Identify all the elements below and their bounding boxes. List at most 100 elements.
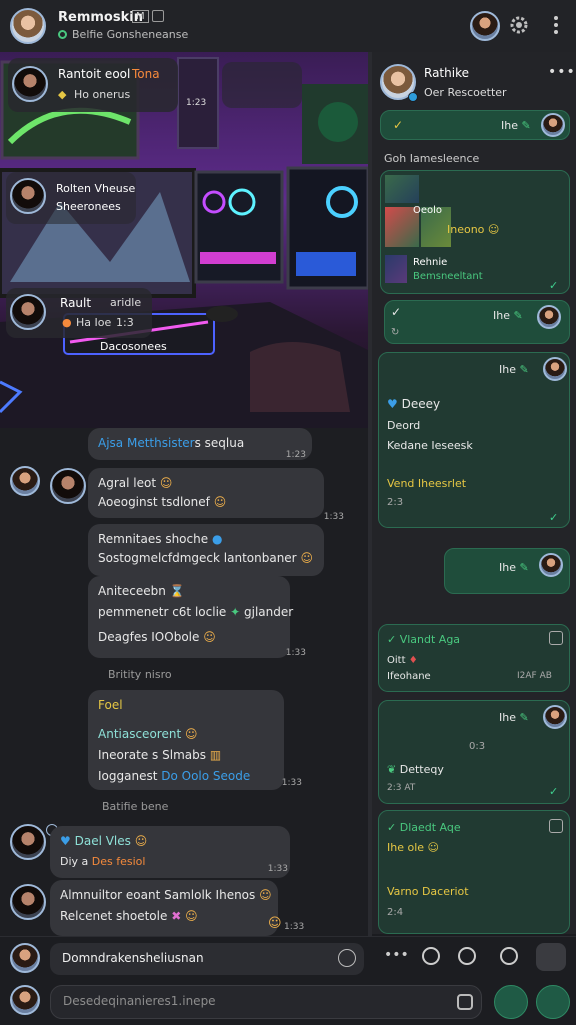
message-text: Dael Vles [74, 834, 131, 848]
settings-icon[interactable] [506, 12, 532, 38]
status-label: Ihe [499, 711, 516, 724]
message-text: gjlander [244, 605, 294, 619]
attach-icon[interactable] [500, 947, 518, 965]
more-icon[interactable]: ••• [384, 947, 409, 963]
sender-avatar[interactable] [50, 468, 86, 504]
system-message: Ajsa Metthsisters seqlua 1:23 [88, 428, 312, 460]
smile-emoji-icon: ☺ [203, 630, 216, 644]
message-bubble[interactable]: Foel Antiasceorent ☺ Ineorate s Slmabs ▥… [88, 690, 302, 790]
online-icon [58, 30, 67, 39]
media-card[interactable]: Oeolo Ineono ☺ Rehnie Bemsneeltant ✓ [380, 170, 570, 294]
gif-icon[interactable] [458, 947, 476, 965]
card-text: Oitt [387, 655, 406, 666]
copy-icon[interactable] [549, 819, 563, 833]
status-bubble[interactable]: ✓ Ihe ✎ ↻ [384, 300, 570, 344]
sender-avatar[interactable] [10, 824, 46, 860]
sparkle-icon: ✓ [393, 118, 404, 132]
title-badge: M [132, 10, 149, 23]
card-text: Varno Daceriot [387, 885, 469, 898]
message-card[interactable]: Ihe ✎ 0:3 ❦ Detteqy 2:3 AT ✓ [378, 700, 570, 804]
overlay-sub: Ho onerus [74, 88, 131, 101]
attachment-icon[interactable] [457, 994, 473, 1010]
status-label: Ihe [501, 119, 518, 132]
send-button[interactable] [536, 985, 570, 1019]
mini-avatar [543, 357, 567, 381]
fire-icon: ◆ [58, 88, 67, 101]
bow-emoji-icon: ✖ [171, 909, 182, 923]
message-input[interactable]: Desedeqinanieres1.inepe [50, 985, 482, 1019]
message-text: Des fesiol [91, 855, 146, 868]
smile-emoji-icon: ☺ [427, 841, 440, 854]
overlay-blank [222, 62, 302, 108]
message-bubble[interactable]: Agral leot ☺ Aoeoginst tsdlonef ☺ 1:33 [88, 468, 344, 522]
message-input-top[interactable]: Domndrakensheliusnan [50, 943, 364, 975]
message-text: Ineorate s Slmabs [98, 748, 206, 762]
overlay-time: 1:23 [186, 98, 207, 108]
read-check-icon: ✓ [549, 785, 559, 798]
voice-button[interactable] [494, 985, 528, 1019]
contact-name: Rathike [424, 66, 469, 80]
date-divider: Britity nisro [108, 668, 172, 681]
media-label: Rehnie [413, 257, 448, 268]
card-time: I2AF AB [517, 671, 552, 681]
profile-avatar[interactable] [470, 11, 500, 41]
thumbnail[interactable] [385, 175, 419, 203]
status-bubble[interactable]: ✓ Ihe ✎ [380, 110, 570, 140]
card-text: Deeey [401, 397, 441, 411]
chat-avatar[interactable] [10, 8, 46, 44]
overlay-sub: Sheeronees [56, 200, 121, 213]
more-menu-icon[interactable] [546, 12, 566, 38]
panel-more-icon[interactable]: ••• [548, 64, 576, 80]
app-header: Remmoskin M Belfie Gonsheneanse [0, 0, 576, 52]
sender-avatar[interactable] [10, 884, 46, 920]
copy-icon[interactable] [549, 631, 563, 645]
pin-emoji-icon: ✎ [519, 711, 529, 724]
overlay-card[interactable]: Rolten Vheuse Sheeronees [6, 172, 136, 224]
message-bubble[interactable]: Almnuiltor eoant Samlolk Ihenos ☺ Relcen… [50, 880, 278, 936]
card-text: Detteqy [399, 763, 444, 776]
user-avatar[interactable] [10, 943, 40, 973]
check-icon: ✓ [391, 305, 402, 319]
heart-emoji-icon: ♥ [60, 834, 71, 848]
card-text: Vend Iheesrlet [387, 477, 467, 490]
message-bubble[interactable]: Remnitaes shoche ● Sostogmelcfdmgeck lan… [88, 524, 324, 576]
message-list[interactable]: Ajsa Metthsisters seqlua 1:23 Agral leot… [0, 428, 372, 936]
camera-button[interactable] [536, 943, 566, 971]
status-bubble[interactable]: Ihe ✎ [444, 548, 570, 594]
message-link[interactable]: Do Oolo Seode [161, 769, 250, 783]
emoji-icon[interactable] [422, 947, 440, 965]
message-card[interactable]: Ihe ✎ ♥ Deeey Deord Kedane Ieseesk Vend … [378, 352, 570, 528]
input-placeholder: Desedeqinanieres1.inepe [63, 994, 216, 1008]
overlay-name: Rolten Vheuse [56, 182, 136, 195]
overlay-avatar [12, 66, 48, 102]
message-text: Aniteceebn [98, 584, 166, 598]
overlay-card[interactable]: Rantoit eool Tona ◆ Ho onerus 1:23 [8, 58, 206, 112]
overlay-time: 1:3 [116, 316, 134, 329]
sparkle-emoji-icon: ✦ [230, 605, 241, 619]
smile-emoji-icon: ☺ [300, 551, 313, 565]
thumbnail[interactable] [385, 255, 407, 283]
mini-avatar [537, 305, 561, 329]
message-text: pemmenetr c6t loclie [98, 605, 227, 619]
message-time: 1:33 [285, 648, 306, 658]
message-text: Antiasceorent [98, 727, 182, 741]
user-avatar[interactable] [10, 985, 40, 1015]
reaction-emoji-icon[interactable]: ☺ [268, 916, 282, 931]
overlay-tag: Tona [132, 67, 160, 81]
message-bubble[interactable]: Aniteceebn ⌛ pemmenetr c6t loclie ✦ gjla… [88, 576, 306, 658]
status-label: Ihe [499, 363, 516, 376]
overlay-card[interactable]: Rault aridle ● Ha Ioe 1:3 [6, 288, 152, 338]
sender-avatar[interactable] [10, 466, 40, 496]
message-card[interactable]: ✓ Dlaedt Aqe Ihe ole ☺ Varno Daceriot 2:… [378, 810, 570, 934]
smile-emoji-icon: ☺ [184, 727, 198, 741]
chat-title: Remmoskin [58, 10, 143, 25]
overlay-name: Rantoit eool [58, 67, 131, 81]
sticker-icon[interactable] [338, 949, 356, 967]
card-title: Dlaedt Aqe [399, 821, 461, 834]
message-card[interactable]: ✓ Vlandt Aga Oitt ♦ Ifeohane I2AF AB [378, 624, 570, 692]
read-check-icon: ✓ [549, 279, 559, 292]
card-title: Vlandt Aga [399, 633, 461, 646]
message-bubble[interactable]: ♥ Dael Vles ☺ Diy a Des fesiol 1:33 [50, 826, 290, 878]
smile-emoji-icon: ☺ [259, 888, 272, 902]
message-text: Agral leot [98, 476, 157, 490]
